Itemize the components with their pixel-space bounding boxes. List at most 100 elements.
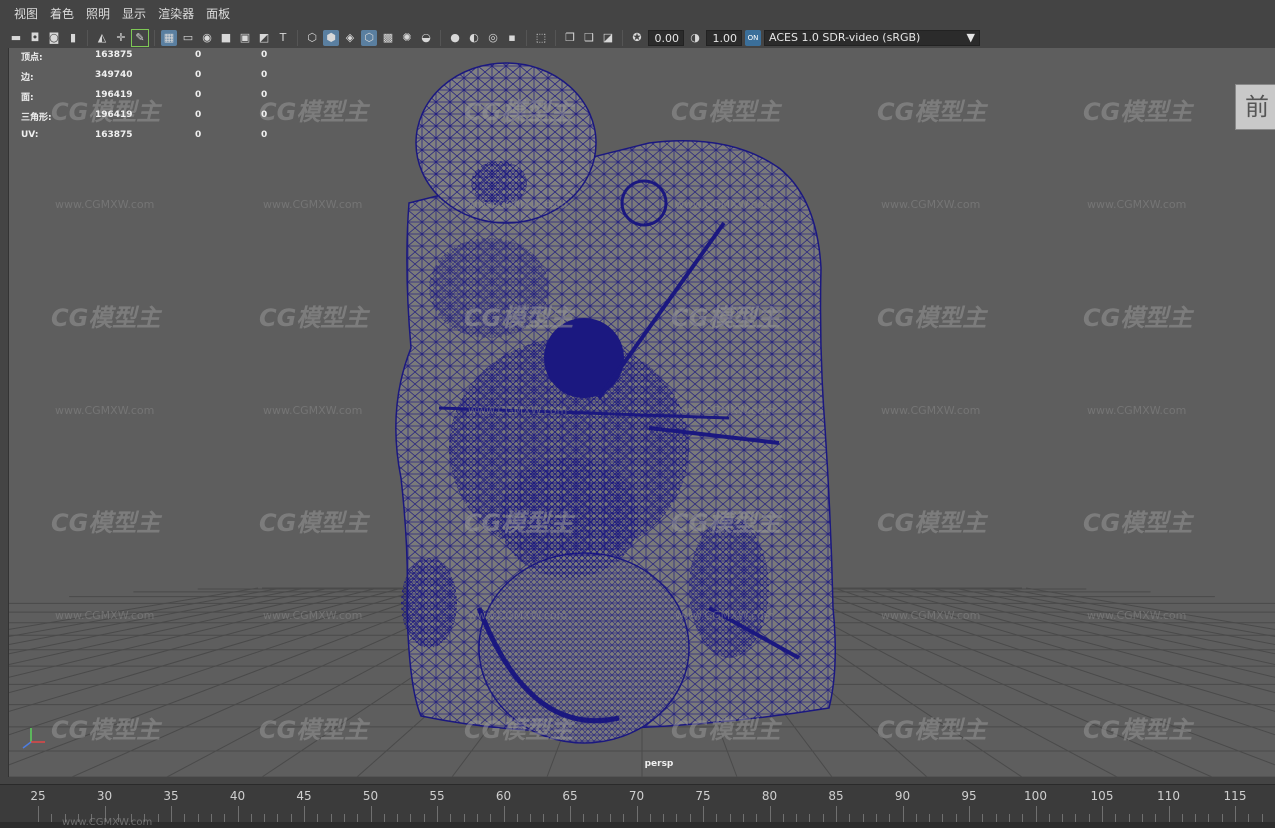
- frame-tick: [955, 814, 957, 822]
- frame-number: 105: [1090, 789, 1114, 803]
- xray-icon[interactable]: ⬡: [361, 30, 377, 46]
- hud-label: 顶点:: [21, 53, 43, 63]
- field-chart-icon[interactable]: ▣: [237, 30, 253, 46]
- axis-gizmo: [22, 728, 45, 749]
- watermark-logo: CG模型主: [877, 716, 987, 744]
- grid-icon[interactable]: ✛: [113, 30, 129, 46]
- exposure-icon[interactable]: ✪: [629, 30, 645, 46]
- watermark-url: www.CGMXW.com: [1087, 198, 1187, 211]
- watermark-logo: CG模型主: [877, 98, 987, 126]
- frame-tick: [397, 814, 399, 822]
- textures-icon[interactable]: ✺: [399, 30, 415, 46]
- wireframe-icon[interactable]: ⬡: [304, 30, 320, 46]
- frame-number: 90: [894, 789, 911, 803]
- watermark-logo: CG模型主: [464, 509, 574, 537]
- hud-label: 边:: [21, 73, 34, 83]
- frame-tick: [197, 814, 199, 822]
- shadows-icon[interactable]: ◒: [418, 30, 434, 46]
- frame-tick: [1261, 814, 1263, 822]
- frame-tick: [1235, 806, 1236, 822]
- smooth-shade-icon[interactable]: ⬢: [323, 30, 339, 46]
- menu-shading[interactable]: 着色: [44, 0, 80, 28]
- frame-number: 25: [30, 789, 46, 803]
- frame-tick: [689, 814, 691, 822]
- 3d-viewport[interactable]: CG模型主 www.CGMXW.com CG模型主 www.CGMXW.com CG模型…: [8, 48, 1275, 777]
- image-plane-icon[interactable]: ◭: [94, 30, 110, 46]
- pencil-icon[interactable]: ✎: [131, 29, 149, 47]
- film-camera-icon[interactable]: ◘: [27, 30, 43, 46]
- gamma-icon[interactable]: ◑: [687, 30, 703, 46]
- xray-joints-icon[interactable]: ⬚: [533, 30, 549, 46]
- frame-tick: [862, 814, 864, 822]
- frame-tick: [1128, 814, 1130, 822]
- frame-tick: [51, 814, 53, 822]
- frame-tick: [530, 814, 532, 822]
- menu-show[interactable]: 显示: [116, 0, 152, 28]
- frame-tick: [423, 814, 425, 822]
- default-lighting-icon[interactable]: ▩: [380, 30, 396, 46]
- hud-value: 0: [195, 130, 202, 140]
- frame-tick: [277, 814, 279, 822]
- gamma-field[interactable]: 1.00: [706, 30, 742, 46]
- ambient-occlusion-icon[interactable]: ●: [447, 30, 463, 46]
- hud-label: 面:: [21, 93, 34, 103]
- camera-icon[interactable]: ▬: [8, 30, 24, 46]
- frame-number: 30: [96, 789, 113, 803]
- resolution-gate-icon[interactable]: ◉: [199, 30, 215, 46]
- hud-value: 0: [261, 50, 268, 60]
- watermark-url: www.CGMXW.com: [55, 198, 155, 211]
- frame-all-icon[interactable]: ❐: [562, 30, 578, 46]
- frame-tick: [609, 814, 611, 822]
- watermark-logo: CG模型主: [1083, 304, 1193, 332]
- frame-tick: [157, 814, 159, 822]
- frame-tick: [1208, 814, 1210, 822]
- select-camera-icon[interactable]: ◙: [46, 30, 62, 46]
- watermark-url: www.CGMXW.com: [1087, 404, 1187, 417]
- frame-tick: [1155, 814, 1157, 822]
- motion-blur-icon[interactable]: ◐: [466, 30, 482, 46]
- isolate-select-icon[interactable]: ▪: [504, 30, 520, 46]
- film-gate-icon[interactable]: ▭: [180, 30, 196, 46]
- hud-value: 196419: [95, 90, 133, 100]
- watermark-url: www.CGMXW.com: [55, 404, 155, 417]
- time-slider[interactable]: 25 30 35 40 45 50 55 60 65 70 75 80 85 90 95 100 105 110 1…: [0, 784, 1275, 828]
- frame-tick: [583, 814, 585, 822]
- toolbar-divider: [622, 30, 623, 46]
- watermark-url: www.CGMXW.com: [881, 609, 981, 622]
- hud-value: 0: [195, 90, 202, 100]
- toolbar-divider: [87, 30, 88, 46]
- wireframe-on-shaded-icon[interactable]: ◈: [342, 30, 358, 46]
- gate-mask-icon[interactable]: ■: [218, 30, 234, 46]
- frame-tick: [171, 806, 172, 822]
- view-transform-icon[interactable]: ◪: [600, 30, 616, 46]
- hud-value: 163875: [95, 50, 133, 60]
- menu-renderer[interactable]: 渲染器: [152, 0, 200, 28]
- exposure-field[interactable]: 0.00: [648, 30, 684, 46]
- grid-toggle-icon[interactable]: ▦: [161, 30, 177, 46]
- frame-tick: [1062, 814, 1064, 822]
- frame-tick: [476, 814, 478, 822]
- frame-tick: [929, 814, 931, 822]
- frame-tick: [716, 814, 718, 822]
- menu-view[interactable]: 视图: [8, 0, 44, 28]
- frame-tick: [490, 814, 492, 822]
- frame-tick: [729, 814, 731, 822]
- color-space-dropdown[interactable]: ACES 1.0 SDR-video (sRGB) ▼: [764, 30, 980, 46]
- frame-tick: [463, 814, 465, 822]
- watermark-logo: CG模型主: [671, 509, 781, 537]
- watermark-logo: CG模型主: [1083, 509, 1193, 537]
- view-cube-front[interactable]: 前: [1235, 84, 1275, 130]
- antialiasing-icon[interactable]: ◎: [485, 30, 501, 46]
- menu-panels[interactable]: 面板: [200, 0, 236, 28]
- toolbar-divider: [297, 30, 298, 46]
- frame-tick: [264, 814, 266, 822]
- safe-title-icon[interactable]: T: [275, 30, 291, 46]
- frame-selection-icon[interactable]: ❑: [581, 30, 597, 46]
- bookmark-icon[interactable]: ▮: [65, 30, 81, 46]
- color-management-toggle[interactable]: ON: [745, 30, 761, 46]
- safe-action-icon[interactable]: ◩: [256, 30, 272, 46]
- watermark-logo: CG模型主: [51, 716, 161, 744]
- menu-lighting[interactable]: 照明: [80, 0, 116, 28]
- frame-tick: [636, 806, 638, 822]
- frame-tick: [663, 814, 665, 822]
